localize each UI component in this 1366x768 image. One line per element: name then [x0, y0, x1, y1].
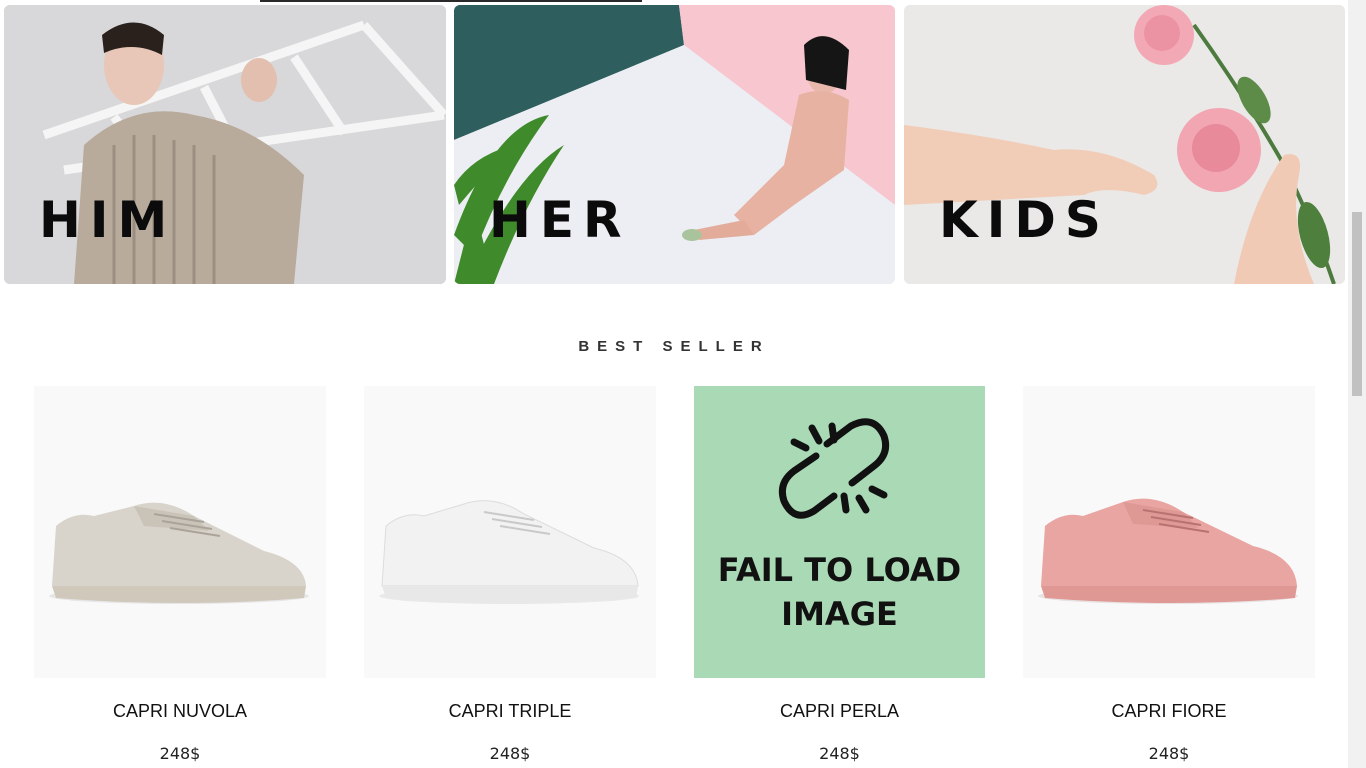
sneaker-icon [1038, 498, 1298, 604]
sneaker-icon [379, 500, 639, 604]
best-seller-title: BEST SELLER [578, 338, 770, 355]
category-label-her: HER [489, 191, 631, 249]
image-error-text: FAIL TO LOAD IMAGE [717, 551, 962, 633]
product-image[interactable] [1023, 386, 1315, 678]
category-label-kids: KIDS [939, 191, 1110, 249]
page-scrollbar[interactable] [1348, 0, 1366, 768]
product-card: CAPRI TRIPLE 248$ [364, 386, 656, 763]
product-card: CAPRI NUVOLA 248$ [34, 386, 326, 763]
broken-image-placeholder[interactable]: FAIL TO LOAD IMAGE [694, 386, 985, 678]
category-kids-banner[interactable]: KIDS [904, 5, 1345, 284]
scrollbar-thumb[interactable] [1352, 212, 1362, 396]
sneaker-icon [49, 502, 309, 604]
category-label-him: HIM [39, 191, 177, 249]
header-image-edge [260, 0, 642, 2]
product-image[interactable] [34, 386, 326, 678]
category-banners: HIM HER KIDS [4, 5, 1345, 284]
product-card: CAPRI FIORE 248$ [1023, 386, 1315, 763]
product-price: 248$ [489, 744, 531, 763]
product-name[interactable]: CAPRI PERLA [694, 701, 985, 722]
product-image[interactable] [364, 386, 656, 678]
product-price: 248$ [1148, 744, 1190, 763]
product-name[interactable]: CAPRI TRIPLE [364, 701, 656, 722]
product-card: FAIL TO LOAD IMAGE CAPRI PERLA 248$ [694, 386, 985, 763]
product-price: 248$ [819, 744, 860, 763]
category-her-banner[interactable]: HER [454, 5, 895, 284]
product-name[interactable]: CAPRI FIORE [1023, 701, 1315, 722]
product-name[interactable]: CAPRI NUVOLA [34, 701, 326, 722]
category-him-banner[interactable]: HIM [4, 5, 446, 284]
product-price: 248$ [159, 744, 201, 763]
